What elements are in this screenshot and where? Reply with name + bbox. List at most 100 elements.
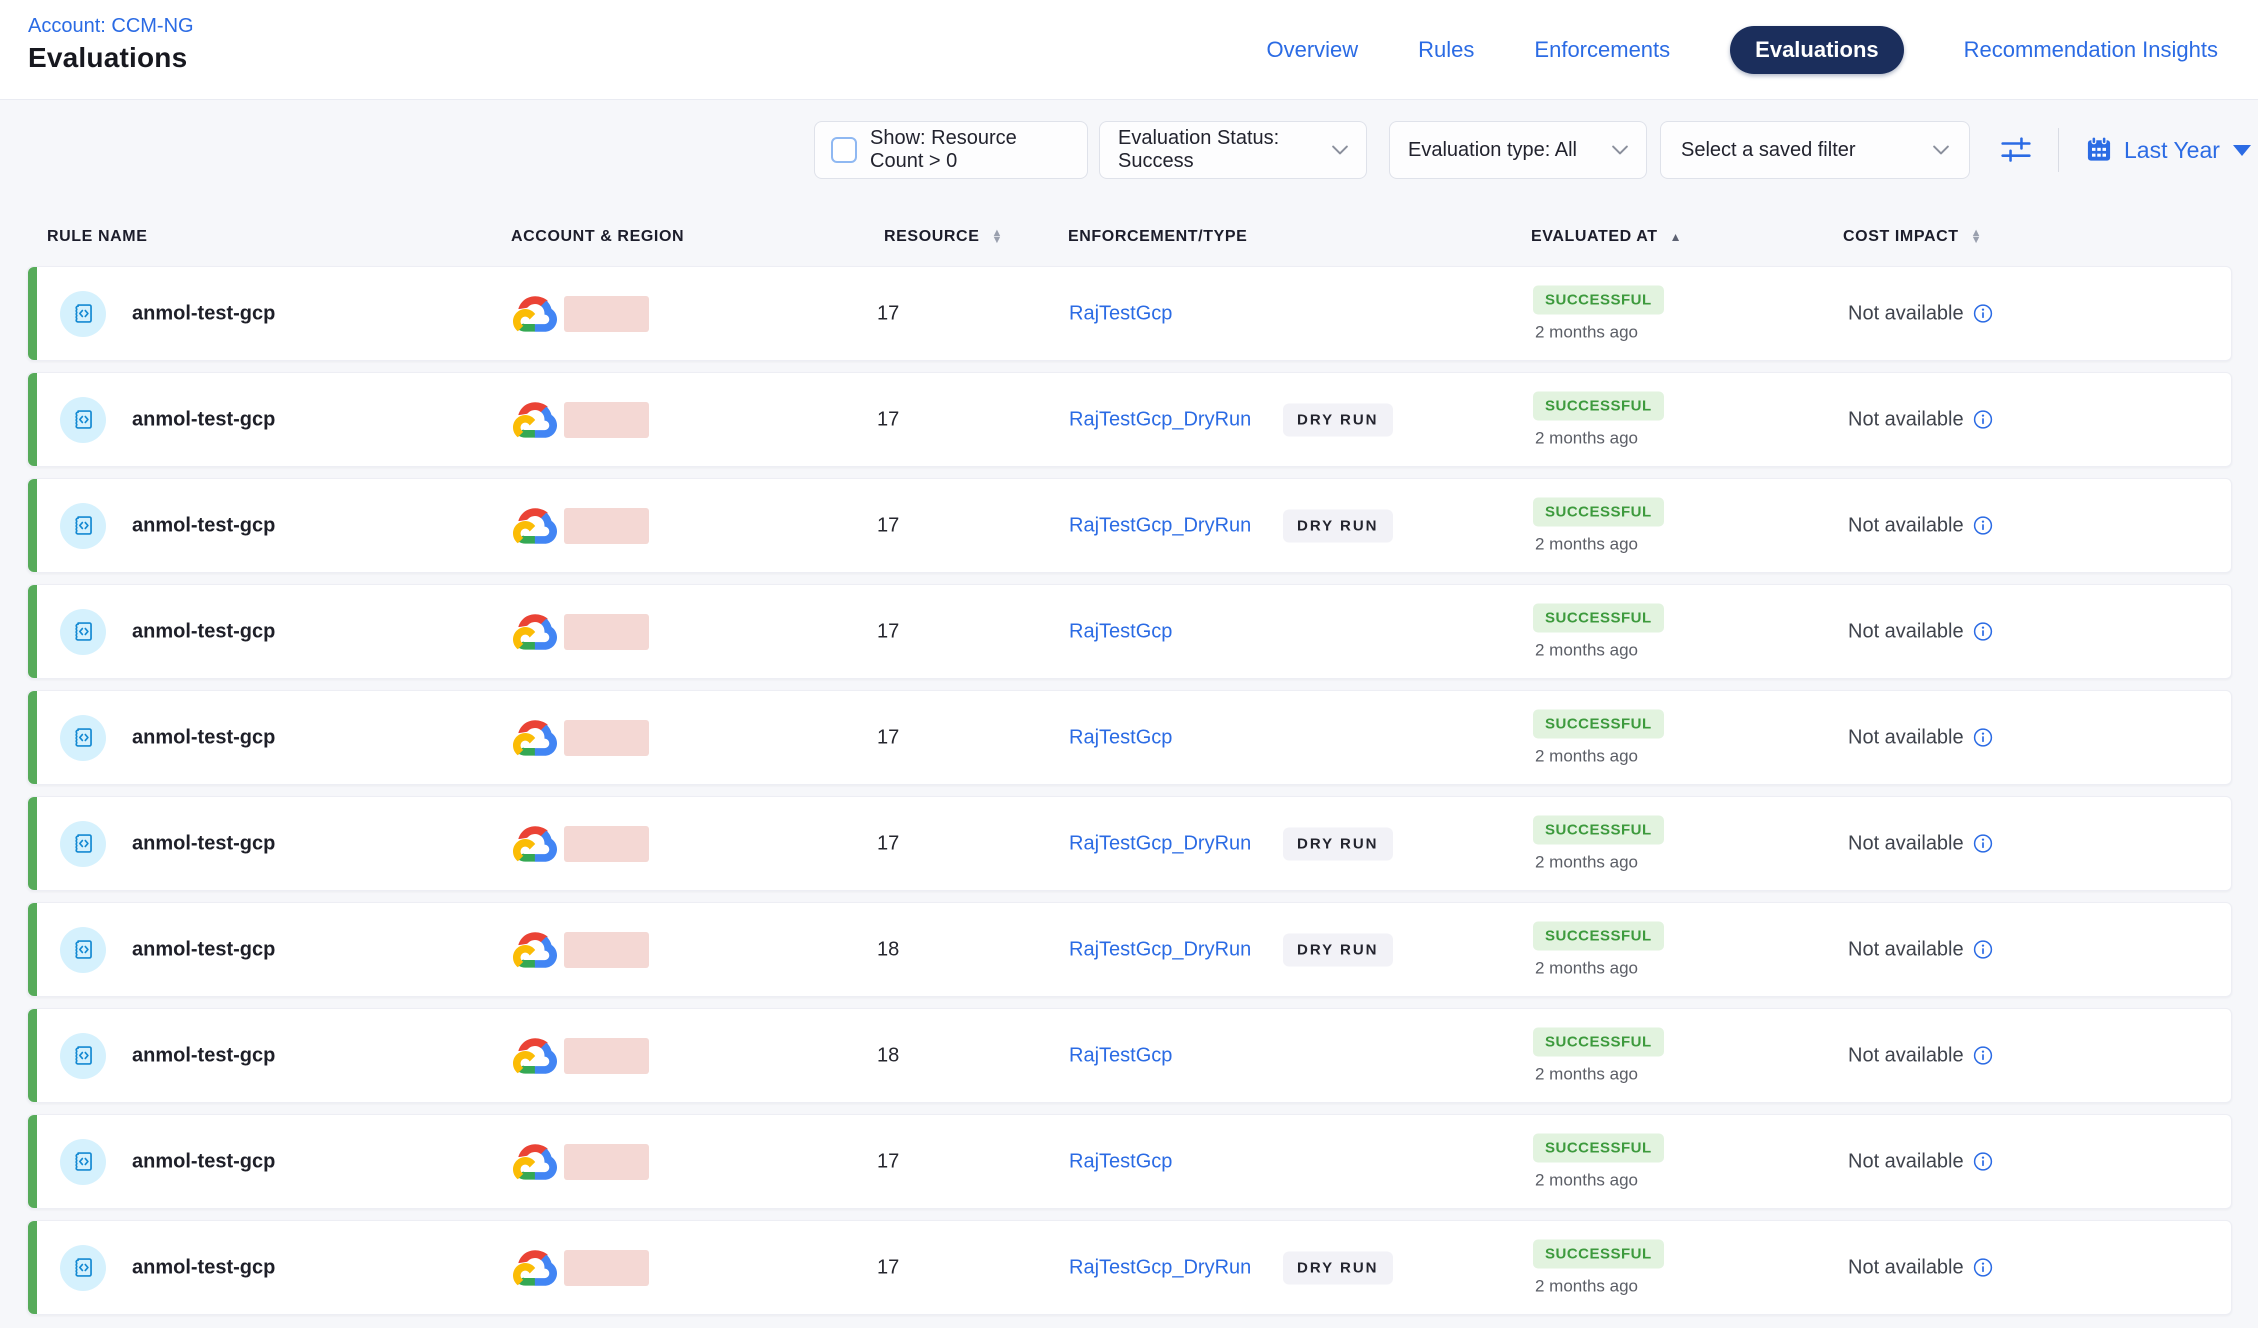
dry-run-badge: DRY RUN bbox=[1283, 933, 1393, 966]
table-row[interactable]: anmol-test-gcp 17 RajTestGcp SUCCESSFUL … bbox=[27, 584, 2232, 679]
enforcement-link[interactable]: RajTestGcp_DryRun bbox=[1069, 514, 1251, 537]
info-icon[interactable] bbox=[1973, 516, 1993, 536]
resource-count: 17 bbox=[877, 1256, 899, 1279]
column-header-evaluated-at[interactable]: EVALUATED AT bbox=[1531, 228, 1682, 246]
redacted-account-id bbox=[564, 720, 649, 756]
table-row[interactable]: anmol-test-gcp 17 RajTestGcp_DryRun DRY … bbox=[27, 1220, 2232, 1315]
evaluated-at-cell: SUCCESSFUL 2 months ago bbox=[1533, 285, 1664, 342]
table-row[interactable]: anmol-test-gcp 17 RajTestGcp SUCCESSFUL … bbox=[27, 1114, 2232, 1209]
table-row[interactable]: anmol-test-gcp 17 RajTestGcp_DryRun DRY … bbox=[27, 796, 2232, 891]
rule-icon bbox=[60, 1245, 106, 1291]
evaluated-time: 2 months ago bbox=[1533, 958, 1638, 978]
column-header-resource[interactable]: RESOURCE bbox=[884, 228, 1003, 246]
cost-impact-cell: Not available bbox=[1848, 408, 1993, 431]
column-header-rule-name: RULE NAME bbox=[47, 228, 148, 246]
enforcement-link[interactable]: RajTestGcp_DryRun bbox=[1069, 832, 1251, 855]
rule-icon bbox=[60, 503, 106, 549]
gcp-cloud-icon bbox=[513, 932, 557, 968]
enforcement-link[interactable]: RajTestGcp_DryRun bbox=[1069, 1256, 1251, 1279]
rule-name: anmol-test-gcp bbox=[132, 1044, 275, 1067]
status-badge: SUCCESSFUL bbox=[1533, 497, 1664, 526]
table-row[interactable]: anmol-test-gcp 17 RajTestGcp SUCCESSFUL … bbox=[27, 266, 2232, 361]
cost-impact-text: Not available bbox=[1848, 1256, 1964, 1279]
resource-count: 18 bbox=[877, 938, 899, 961]
caret-down-icon bbox=[2233, 145, 2251, 156]
rule-name: anmol-test-gcp bbox=[132, 938, 275, 961]
table-row[interactable]: anmol-test-gcp 18 RajTestGcp SUCCESSFUL … bbox=[27, 1008, 2232, 1103]
enforcement-link[interactable]: RajTestGcp bbox=[1069, 1044, 1172, 1067]
info-icon[interactable] bbox=[1973, 728, 1993, 748]
cost-impact-cell: Not available bbox=[1848, 938, 1993, 961]
status-badge: SUCCESSFUL bbox=[1533, 603, 1664, 632]
nav-tab-enforcements[interactable]: Enforcements bbox=[1534, 37, 1670, 63]
resource-count: 17 bbox=[877, 726, 899, 749]
table-row[interactable]: anmol-test-gcp 18 RajTestGcp_DryRun DRY … bbox=[27, 902, 2232, 997]
info-icon[interactable] bbox=[1973, 1152, 1993, 1172]
evaluated-time: 2 months ago bbox=[1533, 640, 1638, 660]
resource-count: 17 bbox=[877, 1150, 899, 1173]
resource-count-checkbox[interactable] bbox=[831, 137, 857, 163]
info-icon[interactable] bbox=[1973, 622, 1993, 642]
resource-count-filter[interactable]: Show: Resource Count > 0 bbox=[814, 121, 1088, 179]
dry-run-badge: DRY RUN bbox=[1283, 827, 1393, 860]
rule-icon bbox=[60, 397, 106, 443]
evaluated-at-cell: SUCCESSFUL 2 months ago bbox=[1533, 391, 1664, 448]
sort-icon[interactable] bbox=[1971, 230, 1983, 244]
rule-name: anmol-test-gcp bbox=[132, 620, 275, 643]
redacted-account-id bbox=[564, 508, 649, 544]
resource-count: 17 bbox=[877, 514, 899, 537]
cost-impact-text: Not available bbox=[1848, 620, 1964, 643]
filter-settings-button[interactable] bbox=[1993, 121, 2039, 179]
redacted-account-id bbox=[564, 1250, 649, 1286]
evaluated-time: 2 months ago bbox=[1533, 852, 1638, 872]
table-header: RULE NAME ACCOUNT & REGION RESOURCE ENFO… bbox=[0, 210, 2258, 264]
table-row[interactable]: anmol-test-gcp 17 RajTestGcp SUCCESSFUL … bbox=[27, 690, 2232, 785]
info-icon[interactable] bbox=[1973, 304, 1993, 324]
table-row[interactable]: anmol-test-gcp 17 RajTestGcp_DryRun DRY … bbox=[27, 372, 2232, 467]
date-range-label: Last Year bbox=[2124, 137, 2220, 164]
chevron-down-icon bbox=[1612, 145, 1628, 155]
redacted-account-id bbox=[564, 1038, 649, 1074]
nav-tab-evaluations[interactable]: Evaluations bbox=[1730, 26, 1903, 74]
cost-impact-cell: Not available bbox=[1848, 620, 1993, 643]
nav-tab-recommendation-insights[interactable]: Recommendation Insights bbox=[1964, 37, 2218, 63]
info-icon[interactable] bbox=[1973, 410, 1993, 430]
sort-icon[interactable] bbox=[991, 230, 1003, 244]
table-row[interactable]: anmol-test-gcp 17 RajTestGcp_DryRun DRY … bbox=[27, 478, 2232, 573]
rule-icon bbox=[60, 1139, 106, 1185]
date-range-selector[interactable]: Last Year bbox=[2085, 121, 2251, 179]
sort-ascending-icon[interactable] bbox=[1670, 231, 1682, 243]
account-breadcrumb[interactable]: Account: CCM-NG bbox=[28, 15, 194, 38]
evaluation-type-dropdown[interactable]: Evaluation type: All bbox=[1389, 121, 1647, 179]
resource-count: 17 bbox=[877, 408, 899, 431]
status-badge: SUCCESSFUL bbox=[1533, 1027, 1664, 1056]
enforcement-link[interactable]: RajTestGcp bbox=[1069, 1150, 1172, 1173]
nav-tab-overview[interactable]: Overview bbox=[1266, 37, 1358, 63]
redacted-account-id bbox=[564, 402, 649, 438]
nav-tab-rules[interactable]: Rules bbox=[1418, 37, 1474, 63]
rule-name: anmol-test-gcp bbox=[132, 1150, 275, 1173]
saved-filter-dropdown[interactable]: Select a saved filter bbox=[1660, 121, 1970, 179]
enforcement-link[interactable]: RajTestGcp bbox=[1069, 726, 1172, 749]
chevron-down-icon bbox=[1332, 145, 1348, 155]
enforcement-link[interactable]: RajTestGcp bbox=[1069, 302, 1172, 325]
cost-impact-cell: Not available bbox=[1848, 726, 1993, 749]
rule-name: anmol-test-gcp bbox=[132, 726, 275, 749]
cost-impact-cell: Not available bbox=[1848, 302, 1993, 325]
enforcement-link[interactable]: RajTestGcp_DryRun bbox=[1069, 408, 1251, 431]
cost-impact-cell: Not available bbox=[1848, 1044, 1993, 1067]
info-icon[interactable] bbox=[1973, 940, 1993, 960]
info-icon[interactable] bbox=[1973, 1046, 1993, 1066]
evaluation-status-label: Evaluation Status: Success bbox=[1118, 127, 1332, 173]
redacted-account-id bbox=[564, 296, 649, 332]
info-icon[interactable] bbox=[1973, 1258, 1993, 1278]
info-icon[interactable] bbox=[1973, 834, 1993, 854]
evaluation-status-dropdown[interactable]: Evaluation Status: Success bbox=[1099, 121, 1367, 179]
evaluated-time: 2 months ago bbox=[1533, 1170, 1638, 1190]
status-badge: SUCCESSFUL bbox=[1533, 285, 1664, 314]
gcp-cloud-icon bbox=[513, 402, 557, 438]
evaluations-page: Account: CCM-NG Evaluations Overview Rul… bbox=[0, 0, 2258, 1328]
column-header-cost-impact[interactable]: COST IMPACT bbox=[1843, 228, 1982, 246]
enforcement-link[interactable]: RajTestGcp_DryRun bbox=[1069, 938, 1251, 961]
enforcement-link[interactable]: RajTestGcp bbox=[1069, 620, 1172, 643]
